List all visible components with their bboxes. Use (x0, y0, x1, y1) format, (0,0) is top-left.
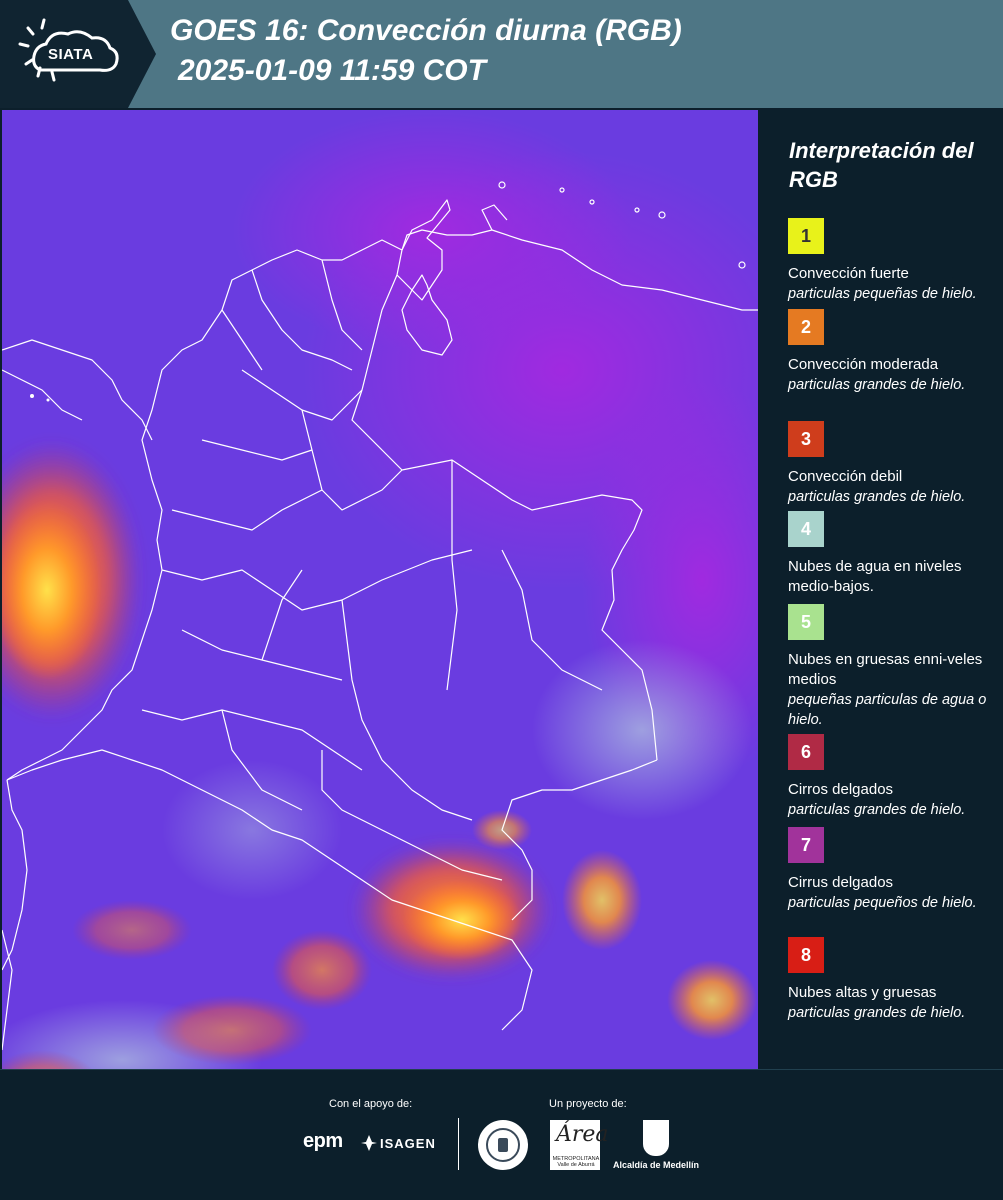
legend-item-2: 2 Convección moderada particulas grandes… (788, 309, 1000, 395)
footer-sponsors: Con el apoyo de: Un proyecto de: epm ISA… (0, 1069, 1003, 1200)
footer-divider (458, 1118, 459, 1170)
satellite-map[interactable] (2, 110, 758, 1069)
legend-sublabel: particulas grandes de hielo. (788, 377, 966, 393)
area-logo-subtitle: METROPOLITANA Valle de Aburrá (552, 1156, 600, 1168)
legend-item-6: 6 Cirros delgados particulas grandes de … (788, 734, 1000, 820)
project-label: Un proyecto de: (549, 1098, 627, 1110)
legend-number: 2 (800, 316, 811, 337)
legend-sublabel: particulas grandes de hielo. (788, 1005, 966, 1021)
legend-label: Convección fuerte (788, 265, 909, 282)
legend-number: 8 (800, 944, 811, 965)
legend-label: Nubes en gruesas enni-veles medios (788, 651, 983, 688)
legend-number: 4 (800, 518, 811, 539)
legend-sublabel: particulas pequeños de hielo. (788, 895, 977, 911)
brand-name: SIATA (48, 46, 94, 63)
legend-number: 6 (800, 741, 811, 762)
legend-swatch-7: 7 (788, 827, 824, 863)
legend-label: Convección moderada (788, 356, 939, 373)
legend-swatch-8: 8 (788, 937, 824, 973)
legend-swatch-2: 2 (788, 309, 824, 345)
isagen-icon (361, 1135, 377, 1151)
alcaldia-shield-icon (643, 1120, 669, 1156)
legend-label: Cirros delgados (788, 781, 894, 798)
isagen-logo[interactable]: ISAGEN (380, 1136, 436, 1151)
legend-label: Nubes altas y gruesas (788, 984, 937, 1001)
legend-swatch-6: 6 (788, 734, 824, 770)
alcaldia-logo[interactable]: Alcaldía de Medellín (613, 1160, 699, 1170)
legend-swatch-3: 3 (788, 421, 824, 457)
legend-swatch-1: 1 (788, 218, 824, 254)
page-title: GOES 16: Convección diurna (RGB) (170, 14, 682, 47)
page-timestamp: 2025-01-09 11:59 COT (178, 54, 486, 87)
support-label: Con el apoyo de: (329, 1098, 413, 1110)
legend-item-1: 1 Convección fuerte particulas pequeñas … (788, 218, 1000, 304)
area-logo-mark: Área (556, 1122, 609, 1147)
legend-label: Cirrus delgados (788, 874, 894, 891)
legend-item-4: 4 Nubes de agua en niveles medio-bajos. (788, 511, 1000, 597)
header-bar: SIATA GOES 16: Convección diurna (RGB) 2… (0, 0, 1003, 108)
legend-swatch-5: 5 (788, 604, 824, 640)
legend-swatch-4: 4 (788, 511, 824, 547)
legend-item-8: 8 Nubes altas y gruesas particulas grand… (788, 937, 1000, 1023)
legend-sublabel: pequeñas particulas de agua o hielo. (788, 692, 987, 728)
siata-logo[interactable]: SIATA (0, 0, 158, 108)
legend-panel: Interpretación del RGB 1 Convección fuer… (770, 110, 1003, 1069)
legend-sublabel: particulas pequeñas de hielo. (788, 286, 977, 302)
legend-number: 5 (800, 611, 811, 632)
legend-item-5: 5 Nubes en gruesas enni-veles medios peq… (788, 604, 1000, 730)
legend-number: 1 (800, 225, 811, 246)
legend-item-7: 7 Cirrus delgados particulas pequeños de… (788, 827, 1000, 913)
legend-number: 3 (800, 428, 811, 449)
legend-label: Convección debil (788, 468, 903, 485)
legend-sublabel: particulas grandes de hielo. (788, 489, 966, 505)
seal-figure (498, 1138, 508, 1152)
legend-sublabel: particulas grandes de hielo. (788, 802, 966, 818)
legend-title: Interpretación del RGB (789, 138, 974, 192)
medellin-seal-icon[interactable] (478, 1120, 528, 1170)
epm-logo[interactable]: epm (303, 1130, 343, 1153)
legend-label: Nubes de agua en niveles medio-bajos. (788, 558, 962, 595)
seal-ring (486, 1128, 520, 1162)
legend-item-3: 3 Convección debil particulas grandes de… (788, 421, 1000, 507)
legend-number: 7 (800, 834, 811, 855)
